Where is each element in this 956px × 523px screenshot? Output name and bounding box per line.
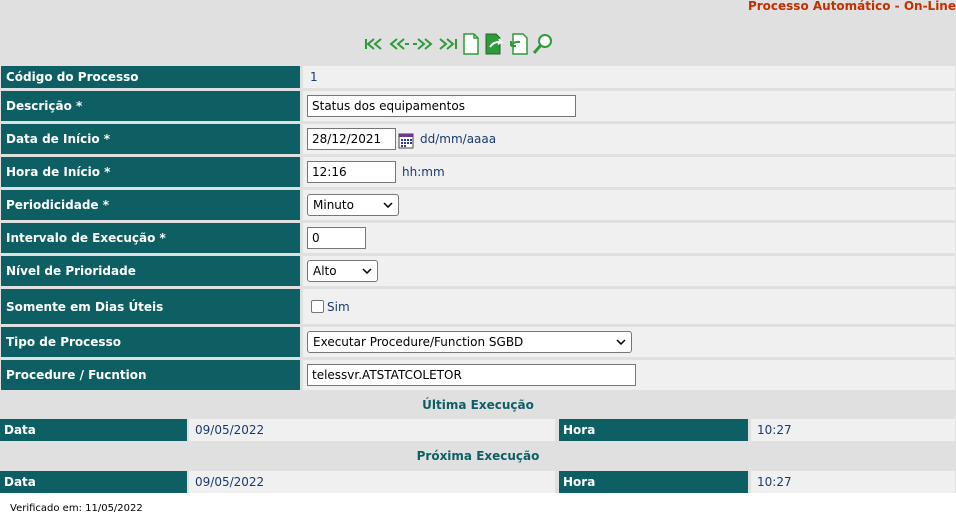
data-inicio-label: Data de Início * bbox=[1, 124, 300, 154]
ultima-data-value: 09/05/2022 bbox=[189, 419, 555, 441]
verified-date: Verificado em: 11/05/2022 bbox=[10, 503, 143, 514]
row-dias-uteis: Somente em Dias Úteis Sim bbox=[1, 289, 955, 324]
row-codigo: Código do Processo 1 bbox=[1, 66, 955, 88]
row-prioridade: Nível de Prioridade Alto bbox=[1, 256, 955, 286]
date-format-hint: dd/mm/aaaa bbox=[420, 132, 497, 146]
page-title: Processo Automático - On-Line bbox=[747, 0, 956, 13]
codigo-label: Código do Processo bbox=[1, 66, 300, 88]
data-inicio-input[interactable] bbox=[307, 128, 396, 150]
descricao-label: Descrição * bbox=[1, 91, 300, 121]
procedure-label: Procedure / Fucntion bbox=[1, 360, 300, 390]
ultima-data-label: Data bbox=[0, 419, 187, 441]
new-record-button[interactable] bbox=[460, 32, 482, 56]
row-intervalo: Intervalo de Execução * bbox=[1, 223, 955, 253]
intervalo-label: Intervalo de Execução * bbox=[1, 223, 300, 253]
time-format-hint: hh:mm bbox=[402, 165, 445, 179]
previous-icon bbox=[389, 38, 409, 50]
first-record-button[interactable] bbox=[364, 32, 386, 56]
ultima-execucao-title: Última Execução bbox=[422, 398, 534, 412]
tipo-label: Tipo de Processo bbox=[1, 327, 300, 357]
row-tipo: Tipo de Processo Executar Procedure/Func… bbox=[1, 327, 955, 357]
procedure-input[interactable] bbox=[307, 364, 636, 386]
record-toolbar bbox=[364, 30, 554, 58]
export-button[interactable] bbox=[484, 32, 506, 56]
last-record-button[interactable] bbox=[436, 32, 458, 56]
periodicidade-label: Periodicidade * bbox=[1, 190, 300, 220]
intervalo-input[interactable] bbox=[307, 227, 366, 249]
codigo-value: 1 bbox=[310, 70, 318, 84]
previous-record-button[interactable] bbox=[388, 32, 410, 56]
row-hora-inicio: Hora de Início * hh:mm bbox=[1, 157, 955, 187]
next-icon bbox=[413, 38, 433, 50]
tipo-select[interactable]: Executar Procedure/Function SGBD bbox=[307, 331, 632, 353]
row-procedure: Procedure / Fucntion bbox=[1, 360, 955, 390]
undo-icon bbox=[510, 33, 528, 55]
undo-button[interactable] bbox=[508, 32, 530, 56]
tipo-selected: Executar Procedure/Function SGBD bbox=[313, 335, 524, 349]
row-descricao: Descrição * bbox=[1, 91, 955, 121]
export-icon bbox=[485, 33, 504, 55]
first-icon bbox=[365, 38, 382, 50]
periodicidade-selected: Minuto bbox=[313, 198, 354, 212]
last-icon bbox=[439, 38, 457, 50]
search-button[interactable] bbox=[532, 32, 554, 56]
prioridade-selected: Alto bbox=[313, 264, 337, 278]
proxima-hora-value: 10:27 bbox=[751, 471, 955, 493]
descricao-input[interactable] bbox=[307, 95, 576, 117]
row-data-inicio: Data de Início * dd/mm/aaaa bbox=[1, 124, 955, 154]
proxima-data-value: 09/05/2022 bbox=[189, 471, 555, 493]
ultima-hora-value: 10:27 bbox=[751, 419, 955, 441]
ultima-hora-label: Hora bbox=[559, 419, 748, 441]
dias-uteis-label: Somente em Dias Úteis bbox=[1, 289, 300, 324]
proxima-execucao-row: Data 09/05/2022 Hora 10:27 bbox=[0, 471, 956, 493]
ultima-execucao-row: Data 09/05/2022 Hora 10:27 bbox=[0, 419, 956, 441]
dias-uteis-option-label[interactable]: Sim bbox=[327, 300, 350, 314]
next-record-button[interactable] bbox=[412, 32, 434, 56]
chevron-down-icon bbox=[616, 339, 626, 345]
row-periodicidade: Periodicidade * Minuto bbox=[1, 190, 955, 220]
proxima-hora-label: Hora bbox=[559, 471, 748, 493]
proxima-execucao-title: Próxima Execução bbox=[416, 449, 540, 463]
chevron-down-icon bbox=[383, 202, 393, 208]
periodicidade-select[interactable]: Minuto bbox=[307, 194, 399, 216]
dias-uteis-checkbox[interactable] bbox=[311, 300, 324, 313]
proxima-data-label: Data bbox=[0, 471, 187, 493]
hora-inicio-label: Hora de Início * bbox=[1, 157, 300, 187]
prioridade-label: Nível de Prioridade bbox=[1, 256, 300, 286]
hora-inicio-input[interactable] bbox=[307, 161, 396, 183]
search-icon bbox=[532, 34, 552, 54]
footer-bar bbox=[0, 493, 956, 523]
calendar-icon[interactable] bbox=[398, 133, 414, 149]
prioridade-select[interactable]: Alto bbox=[307, 260, 378, 282]
chevron-down-icon bbox=[362, 268, 372, 274]
new-document-icon bbox=[463, 33, 479, 55]
